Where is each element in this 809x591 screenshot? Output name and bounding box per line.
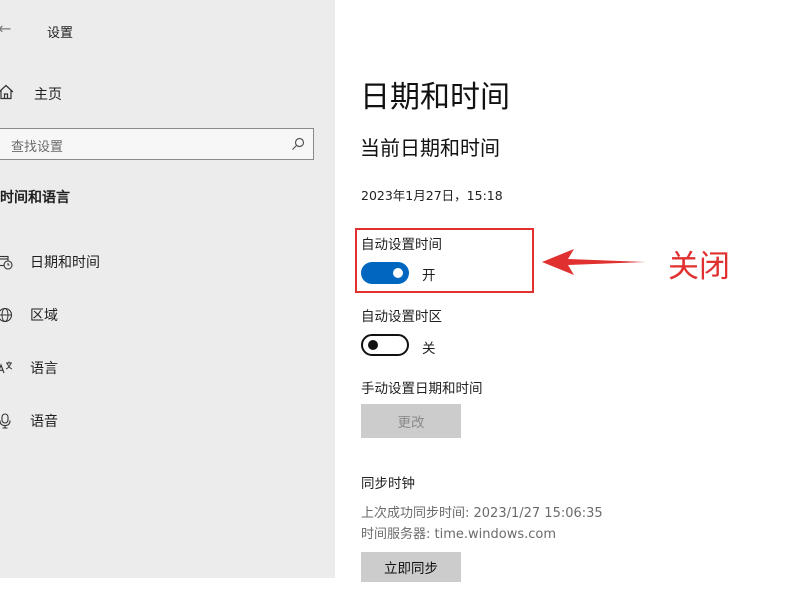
search-placeholder: 查找设置 [11, 140, 64, 155]
sidebar-home-label: 主页 [34, 87, 62, 103]
calendar-clock-icon [0, 254, 13, 270]
last-sync-text: 上次成功同步时间: 2023/1/27 15:06:35 [361, 506, 603, 521]
auto-time-state: 开 [422, 268, 436, 284]
back-arrow-icon[interactable]: ← [0, 19, 11, 38]
auto-timezone-state: 关 [422, 341, 436, 357]
sidebar-item-speech[interactable]: 语音 [0, 410, 58, 432]
current-datetime: 2023年1月27日，15:18 [361, 188, 503, 203]
language-icon [0, 360, 13, 376]
sidebar-item-date-time[interactable]: 日期和时间 [0, 251, 100, 273]
sidebar-home[interactable]: 主页 [0, 83, 62, 105]
arrow-left-icon [542, 249, 646, 275]
sidebar-item-label: 日期和时间 [30, 255, 100, 271]
window-title: 设置 [47, 26, 74, 41]
search-input[interactable]: 查找设置 [0, 128, 314, 160]
manual-time-label: 手动设置日期和时间 [361, 381, 483, 397]
toggle-knob [368, 340, 378, 350]
auto-timezone-label: 自动设置时区 [361, 309, 442, 325]
home-icon [0, 84, 14, 104]
sidebar-item-region[interactable]: 区域 [0, 304, 58, 326]
sidebar: ← 设置 主页 查找设置 时间和语言 日期和时间 区域 语言 语音 [0, 0, 335, 578]
section-title: 当前日期和时间 [360, 136, 500, 160]
sidebar-item-label: 语音 [30, 414, 58, 430]
auto-time-label: 自动设置时间 [361, 237, 442, 253]
page-title: 日期和时间 [360, 80, 510, 115]
globe-icon [0, 307, 13, 323]
sidebar-section-header: 时间和语言 [0, 190, 70, 206]
sync-header: 同步时钟 [361, 476, 415, 492]
auto-timezone-toggle[interactable] [361, 334, 409, 356]
search-icon[interactable] [291, 136, 305, 155]
sync-now-button[interactable]: 立即同步 [361, 552, 461, 582]
sidebar-item-label: 区域 [30, 308, 58, 324]
time-server-text: 时间服务器: time.windows.com [361, 527, 557, 542]
microphone-icon [0, 413, 13, 429]
sidebar-item-label: 语言 [30, 361, 58, 377]
main-content: 日期和时间 当前日期和时间 2023年1月27日，15:18 自动设置时间 开 … [335, 0, 809, 591]
annotation-text: 关闭 [668, 249, 730, 285]
sidebar-item-language[interactable]: 语言 [0, 357, 58, 379]
auto-time-toggle[interactable] [361, 262, 409, 284]
change-button[interactable]: 更改 [361, 404, 461, 438]
toggle-knob [393, 268, 403, 278]
